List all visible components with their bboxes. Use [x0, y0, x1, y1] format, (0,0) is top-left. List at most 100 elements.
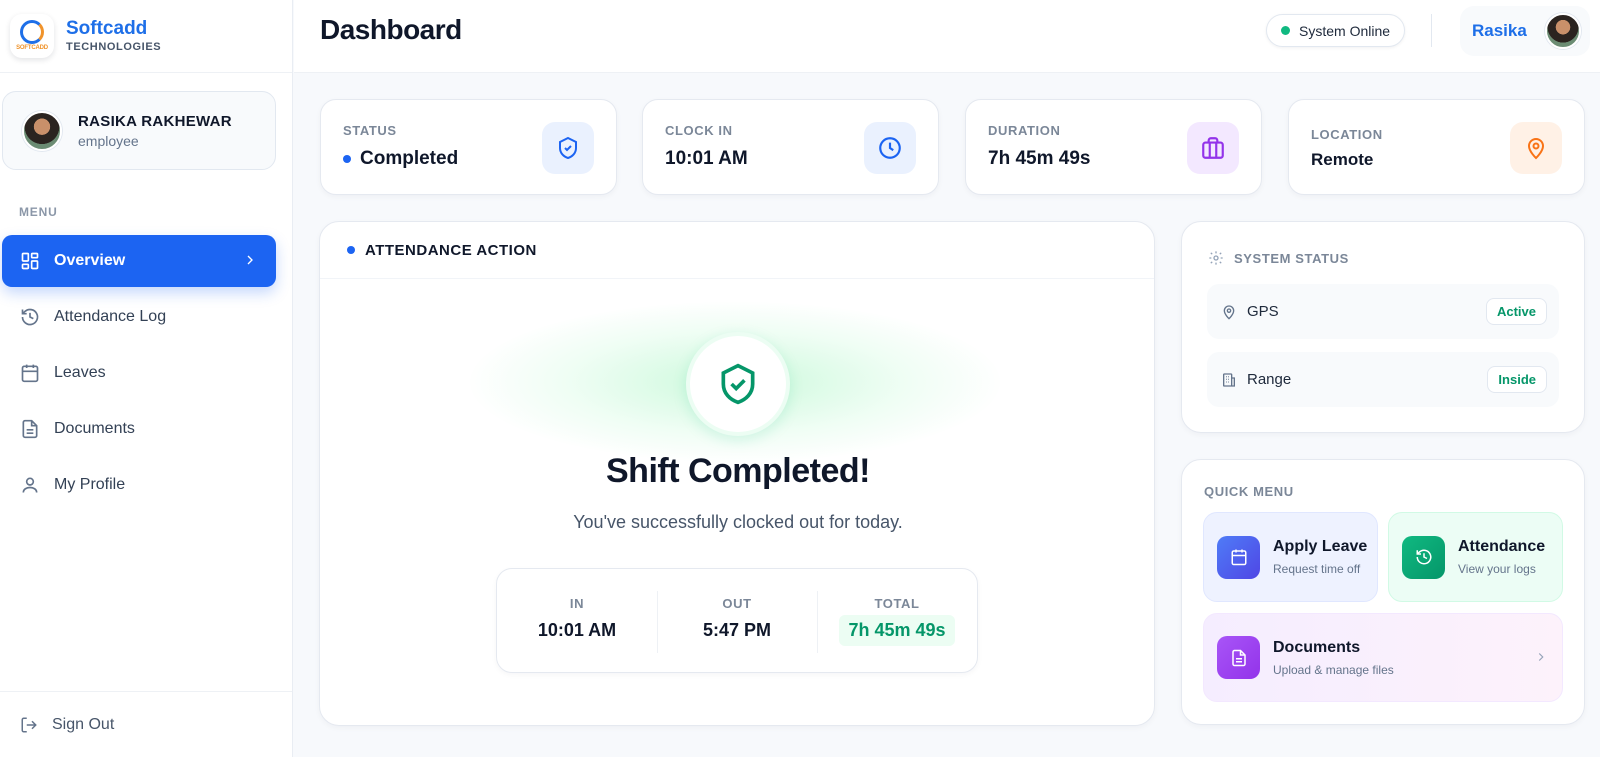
stat-value: Completed	[343, 148, 458, 170]
map-pin-icon	[1510, 122, 1562, 174]
stat-label: STATUS	[343, 123, 397, 138]
user-name: RASIKA RAKHEWAR	[78, 112, 232, 130]
gear-icon	[1208, 250, 1224, 266]
logout-icon	[20, 716, 38, 734]
shift-completed-message: You've successfully clocked out for toda…	[573, 512, 903, 532]
attendance-action-title: ATTENDANCE ACTION	[365, 241, 537, 259]
in-value: 10:01 AM	[537, 620, 617, 640]
system-online-badge: System Online	[1266, 14, 1406, 47]
chevron-right-icon	[242, 252, 258, 273]
total-summary: TOTAL 7h 45m 49s	[817, 569, 977, 672]
top-header: Dashboard System Online Rasika	[294, 0, 1600, 73]
system-status-row-range: Range Inside	[1207, 352, 1559, 407]
history-icon	[20, 307, 40, 327]
sign-out-button[interactable]: Sign Out	[0, 691, 292, 757]
shield-check-icon	[542, 122, 594, 174]
clock-in-summary: IN 10:01 AM	[497, 569, 657, 672]
out-value: 5:47 PM	[702, 620, 772, 640]
system-status-row-gps: GPS Active	[1207, 284, 1559, 339]
sidebar-item-attendance-log[interactable]: Attendance Log	[2, 291, 276, 343]
sidebar-item-leaves[interactable]: Leaves	[2, 347, 276, 399]
quick-menu-title: QUICK MENU	[1204, 484, 1294, 499]
shield-check-icon	[686, 332, 790, 436]
attendance-action-header: ATTENDANCE ACTION	[320, 222, 1154, 279]
quick-tile-subtitle: View your logs	[1458, 562, 1536, 576]
sidebar-item-my-profile[interactable]: My Profile	[2, 459, 276, 511]
user-icon	[20, 475, 40, 495]
quick-tile-title: Apply Leave	[1273, 538, 1368, 555]
company-logo[interactable]: SOFTCADD	[10, 14, 54, 58]
calendar-icon	[1217, 535, 1260, 579]
menu-label: MENU	[19, 205, 58, 219]
history-icon	[1402, 535, 1445, 579]
briefcase-icon	[1187, 122, 1239, 174]
stat-card-location: LOCATION Remote	[1288, 99, 1585, 195]
quick-menu-card: QUICK MENU Apply Leave Request time off …	[1181, 459, 1585, 725]
in-label: IN	[569, 596, 585, 611]
stat-card-status: STATUS Completed	[320, 99, 617, 195]
sidebar-item-overview[interactable]: Overview	[2, 235, 276, 287]
brand: SOFTCADD Softcadd TECHNOLOGIES	[0, 0, 292, 73]
document-icon	[1217, 636, 1260, 679]
header-user-menu[interactable]: Rasika	[1460, 6, 1590, 56]
sidebar-item-label: Overview	[54, 252, 126, 269]
online-dot-icon	[1281, 26, 1290, 35]
range-label: Range	[1247, 371, 1292, 388]
sidebar-item-label: My Profile	[54, 476, 126, 493]
map-pin-icon	[1221, 304, 1237, 320]
logo-wordmark: SOFTCADD	[16, 45, 48, 51]
sidebar: SOFTCADD Softcadd TECHNOLOGIES RASIKA RA…	[0, 0, 293, 757]
user-role: employee	[78, 132, 139, 149]
stat-value: 7h 45m 49s	[988, 148, 1091, 169]
sidebar-item-label: Attendance Log	[54, 308, 167, 325]
stat-value: 10:01 AM	[665, 148, 748, 169]
logo-mark-icon	[20, 20, 44, 44]
range-status-badge: Inside	[1487, 366, 1547, 393]
quick-tile-title: Attendance	[1458, 538, 1546, 555]
system-status-header: SYSTEM STATUS	[1208, 250, 1349, 266]
stat-value: Remote	[1311, 150, 1374, 169]
attendance-action-card: ATTENDANCE ACTION Shift Completed! You'v…	[319, 221, 1155, 726]
status-dot-icon	[343, 155, 351, 163]
sidebar-item-documents[interactable]: Documents	[2, 403, 276, 455]
total-label: TOTAL	[874, 596, 920, 611]
brand-subtitle: TECHNOLOGIES	[66, 41, 162, 53]
header-user-name: Rasika	[1472, 21, 1527, 40]
calendar-icon	[20, 363, 40, 383]
quick-tile-title: Documents	[1273, 638, 1361, 656]
stat-label: DURATION	[988, 123, 1061, 138]
stat-label: CLOCK IN	[665, 123, 733, 138]
stat-card-duration: DURATION 7h 45m 49s	[965, 99, 1262, 195]
user-card[interactable]: RASIKA RAKHEWAR employee	[2, 91, 276, 170]
stat-label: LOCATION	[1311, 127, 1383, 142]
sidebar-item-label: Leaves	[54, 364, 106, 381]
clock-icon	[864, 122, 916, 174]
out-label: OUT	[722, 596, 752, 611]
shift-times-summary: IN 10:01 AM OUT 5:47 PM TOTAL 7h 45m 49s	[496, 568, 978, 673]
sign-out-label: Sign Out	[52, 715, 115, 733]
shift-completed-headline: Shift Completed!	[606, 452, 870, 490]
brand-name: Softcadd	[66, 18, 148, 39]
chevron-right-icon	[1534, 650, 1548, 664]
system-status-card: SYSTEM STATUS GPS Active Range Inside	[1181, 221, 1585, 433]
grid-icon	[20, 251, 40, 271]
building-icon	[1221, 372, 1237, 388]
sidebar-item-label: Documents	[54, 420, 135, 437]
quick-attendance-tile[interactable]: Attendance View your logs	[1388, 512, 1563, 602]
section-dot-icon	[347, 246, 355, 254]
total-value: 7h 45m 49s	[839, 615, 955, 646]
system-online-label: System Online	[1299, 22, 1391, 39]
main-nav: Overview Attendance Log Leaves Documents	[2, 235, 276, 515]
stat-card-clock-in: CLOCK IN 10:01 AM	[642, 99, 939, 195]
quick-tile-subtitle: Upload & manage files	[1273, 662, 1394, 677]
system-status-title: SYSTEM STATUS	[1234, 250, 1349, 266]
quick-tile-subtitle: Request time off	[1273, 562, 1361, 576]
quick-documents-tile[interactable]: Documents Upload & manage files	[1203, 613, 1563, 702]
header-divider	[1431, 14, 1432, 47]
page-title: Dashboard	[320, 14, 462, 45]
avatar	[22, 110, 62, 151]
gps-label: GPS	[1247, 303, 1279, 320]
stat-value-text: Completed	[360, 148, 459, 169]
clock-out-summary: OUT 5:47 PM	[657, 569, 817, 672]
quick-apply-leave-tile[interactable]: Apply Leave Request time off	[1203, 512, 1378, 602]
